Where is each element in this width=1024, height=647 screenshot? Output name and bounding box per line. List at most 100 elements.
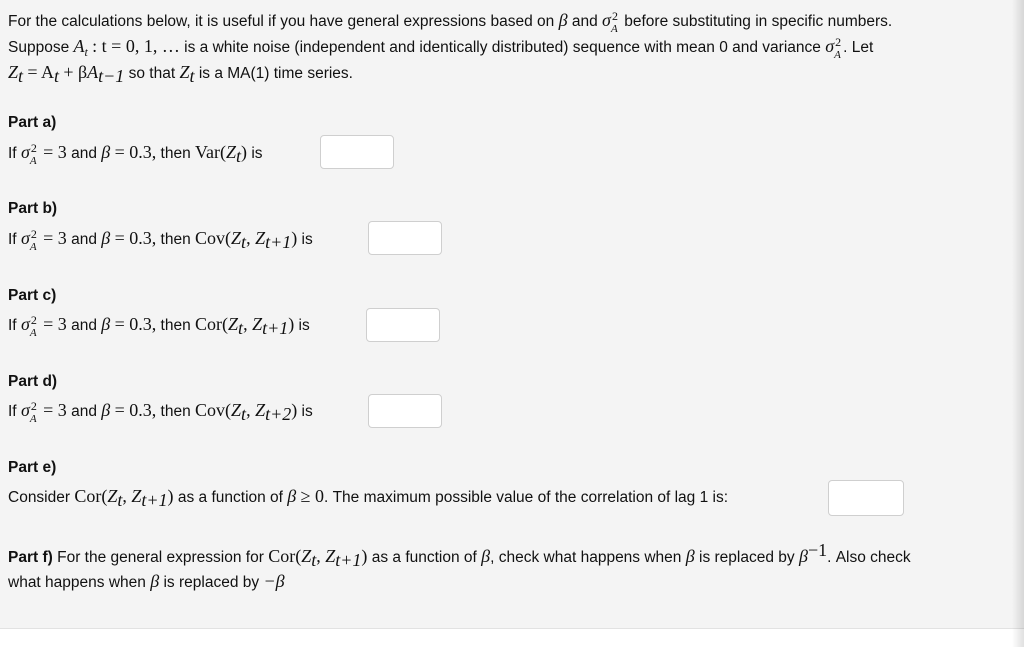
- part-a-answer-input[interactable]: [320, 135, 394, 169]
- z-symbol: Z: [231, 400, 242, 420]
- beta-symbol: β: [101, 314, 111, 334]
- sigma-script: 2A: [29, 141, 37, 167]
- text: what happens when: [8, 574, 146, 591]
- function-name: Cov(: [195, 400, 232, 420]
- sigma-script: 2A: [834, 35, 842, 61]
- equation: = 3: [43, 314, 67, 334]
- superscript: −1: [807, 539, 828, 560]
- text: is: [301, 231, 313, 248]
- sigma-symbol: σ: [602, 10, 611, 30]
- equation: = 3: [43, 142, 67, 162]
- text: then: [160, 145, 191, 162]
- text: then: [160, 317, 191, 334]
- part-c-question: If σ2A = 3 and β = 0.3, then Cor(Zt, Zt+…: [8, 313, 310, 339]
- subscript: t+1: [335, 550, 362, 571]
- part-e-title: Part e): [8, 459, 57, 476]
- z-symbol: Z: [228, 314, 239, 334]
- sequence-index: : t = 0, 1, …: [92, 36, 180, 56]
- right-edge-shadow: [1012, 0, 1024, 647]
- subscript: t: [189, 66, 195, 87]
- part-f-title: Part f): [8, 549, 53, 566]
- subscript: t+1: [141, 490, 168, 511]
- intro-text: Suppose: [8, 39, 70, 56]
- text: If: [8, 231, 17, 248]
- text: is: [298, 317, 310, 334]
- function-name: Cor(: [74, 486, 108, 506]
- z-symbol: Z: [231, 228, 242, 248]
- z-symbol: Z: [301, 546, 312, 566]
- text: as a function of: [371, 549, 477, 566]
- equation: + β: [63, 62, 88, 82]
- function-name: Cor(: [268, 546, 302, 566]
- text: Consider: [8, 489, 71, 506]
- sigma-symbol: σ: [20, 400, 30, 420]
- intro-line-1: For the calculations below, it is useful…: [8, 9, 892, 35]
- subscript: t: [54, 66, 60, 87]
- part-d-question: If σ2A = 3 and β = 0.3, then Cov(Zt, Zt+…: [8, 399, 313, 425]
- subscript: t+1: [262, 318, 289, 339]
- part-c-answer-input[interactable]: [366, 308, 440, 342]
- z-symbol: Z: [107, 486, 118, 506]
- z-symbol: Z: [252, 314, 263, 334]
- text: If: [8, 145, 17, 162]
- part-c-title: Part c): [8, 287, 57, 304]
- paren: ): [288, 314, 295, 334]
- a-symbol: A: [73, 36, 85, 56]
- z-symbol: Z: [255, 400, 266, 420]
- equation: = 0.3,: [114, 142, 157, 162]
- subscript: t: [84, 45, 88, 60]
- subscript: t: [18, 66, 24, 87]
- text: For the general expression for: [57, 549, 264, 566]
- sigma-script: 2A: [29, 227, 37, 253]
- equation: = A: [27, 62, 55, 82]
- part-e-question: Consider Cor(Zt, Zt+1) as a function of …: [8, 486, 729, 511]
- beta-symbol: β: [101, 228, 111, 248]
- text: is replaced by: [699, 549, 795, 566]
- a-symbol: A: [87, 62, 99, 82]
- part-b-title: Part b): [8, 200, 58, 217]
- beta-symbol: β: [558, 10, 568, 30]
- paren: ): [167, 486, 174, 506]
- equation: ≥ 0: [300, 486, 324, 506]
- paren: ): [291, 400, 298, 420]
- sigma-symbol: σ: [20, 228, 30, 248]
- function-name: Cor(: [195, 314, 229, 334]
- text: and: [71, 231, 97, 248]
- function-name: Var(: [195, 142, 227, 162]
- equation: = 3: [43, 228, 67, 248]
- beta-symbol: β: [150, 571, 160, 591]
- equation: = 0.3,: [114, 400, 157, 420]
- intro-text: is a MA(1) time series.: [198, 65, 353, 82]
- equation: = 3: [43, 400, 67, 420]
- paren: ): [241, 142, 248, 162]
- subscript: t+1: [265, 232, 292, 253]
- neg-beta-symbol: −β: [263, 571, 285, 591]
- paren: ): [361, 546, 368, 566]
- sigma-script: 2A: [610, 9, 618, 35]
- intro-text: so that: [128, 65, 176, 82]
- intro-text: . Let: [843, 39, 874, 56]
- z-symbol: Z: [179, 62, 190, 82]
- part-d-answer-input[interactable]: [368, 394, 442, 428]
- z-symbol: Z: [325, 546, 336, 566]
- intro-text: and: [571, 13, 598, 30]
- beta-symbol: β: [101, 400, 111, 420]
- intro-line-3: Zt = At + βAt−1 so that Zt is a MA(1) ti…: [8, 62, 353, 87]
- sigma-symbol: σ: [20, 314, 30, 334]
- z-symbol: Z: [8, 62, 19, 82]
- beta-symbol: β: [798, 546, 808, 566]
- sigma-script: 2A: [29, 399, 37, 425]
- function-name: Cov(: [195, 228, 232, 248]
- text: , check what happens when: [490, 549, 682, 566]
- paren: ): [291, 228, 298, 248]
- beta-symbol: β: [685, 546, 695, 566]
- subscript: t+2: [265, 404, 292, 425]
- part-b-answer-input[interactable]: [368, 221, 442, 255]
- beta-symbol: β: [101, 142, 111, 162]
- text: then: [160, 231, 191, 248]
- text: is: [301, 403, 313, 420]
- text: as a function of: [177, 489, 283, 506]
- text: . Also check: [827, 549, 911, 566]
- text: and: [71, 145, 97, 162]
- part-e-answer-input[interactable]: [828, 480, 904, 516]
